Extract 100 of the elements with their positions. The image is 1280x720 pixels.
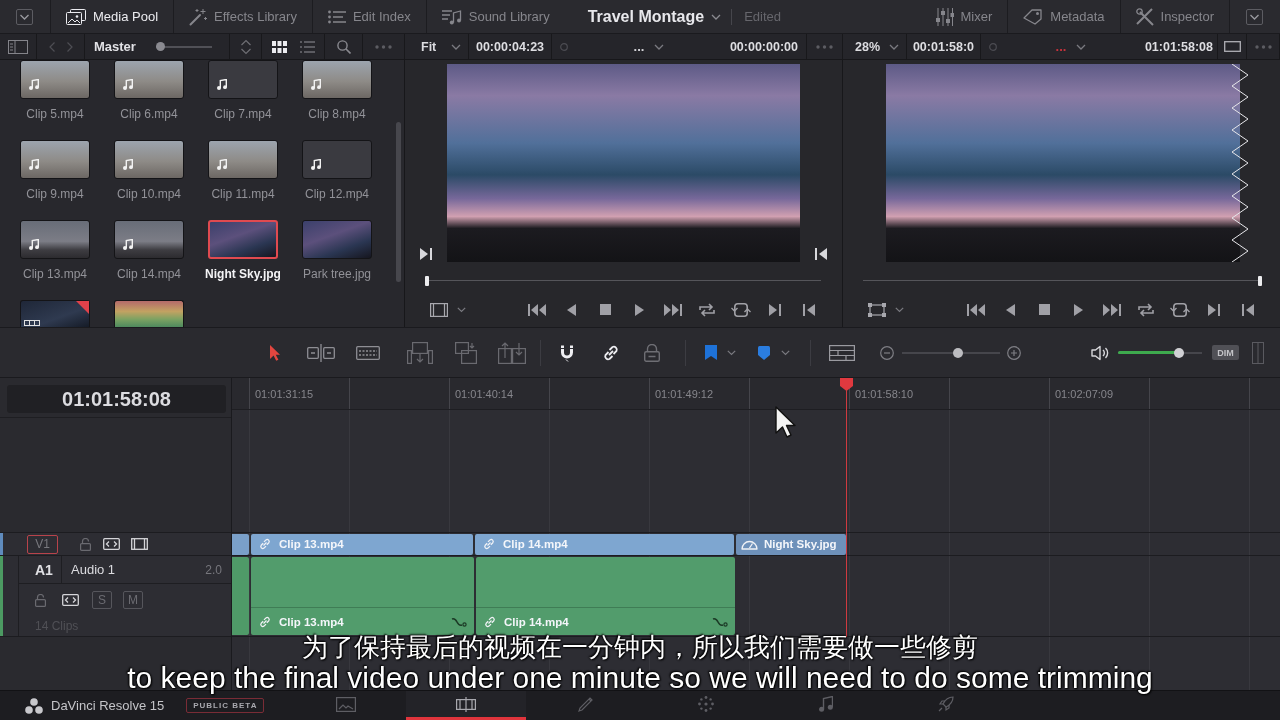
lock-icon[interactable]	[35, 593, 46, 607]
curve-icon[interactable]	[451, 616, 467, 627]
playhead-handle[interactable]	[1258, 276, 1262, 286]
zoom-in-icon[interactable]	[1007, 345, 1021, 360]
audio-clip[interactable]: Clip 14.mp4	[476, 557, 735, 635]
thumbnail-size-slider[interactable]	[155, 42, 212, 51]
zoom-out-icon[interactable]	[880, 345, 894, 360]
curve-icon[interactable]	[712, 616, 728, 627]
clip-thumbnail[interactable]	[114, 220, 184, 259]
track-toggle-button[interactable]: M	[123, 591, 143, 609]
lock-icon[interactable]	[644, 343, 660, 362]
video-clip[interactable]: Clip 13.mp4	[251, 533, 473, 555]
arrows-box-icon[interactable]	[62, 594, 79, 606]
flag-icon[interactable]	[705, 345, 717, 360]
clip-thumbnail[interactable]	[302, 220, 372, 259]
audio-clip[interactable]: Clip 13.mp4	[251, 557, 474, 635]
zoom-slider[interactable]	[902, 347, 1000, 358]
clip-thumbnail[interactable]	[302, 140, 372, 179]
mark-out-icon[interactable]	[803, 303, 815, 316]
play-reverse-icon[interactable]	[1005, 303, 1015, 316]
timeline-ruler[interactable]: 01:01:31:15 01:01:40:14 01:01:49:12 01:01:58:10 01:02:07:09	[232, 378, 1280, 410]
frame-arrows-icon[interactable]	[1170, 302, 1190, 317]
panel-button[interactable]: Effects Library	[174, 0, 312, 33]
clip-thumbnail[interactable]	[208, 140, 278, 179]
clip-thumbnail[interactable]	[20, 140, 90, 179]
skip-to-end-icon[interactable]	[664, 303, 682, 316]
video-clip[interactable]: Clip 14.mp4	[475, 533, 734, 555]
clip-thumbnail[interactable]	[208, 220, 278, 259]
slider-knob[interactable]	[953, 347, 964, 358]
more-icon[interactable]	[816, 44, 833, 49]
grid-icon[interactable]	[271, 40, 287, 53]
mark-in-icon[interactable]	[1208, 303, 1220, 316]
clip-thumbnail[interactable]	[20, 60, 90, 99]
clip-thumbnail[interactable]	[114, 300, 184, 327]
clip-thumbnail[interactable]	[20, 300, 90, 327]
skip-to-start-icon[interactable]	[528, 303, 546, 316]
more-icon[interactable]	[1254, 44, 1272, 49]
filmstrip-icon[interactable]	[131, 538, 148, 550]
sort-icon[interactable]	[239, 38, 252, 55]
video-clip[interactable]: Night Sky.jpg	[736, 533, 846, 555]
split-boxes-icon[interactable]	[307, 343, 335, 362]
dim-button[interactable]: DIM	[1212, 345, 1239, 360]
dropdown-box-icon[interactable]	[16, 8, 33, 25]
panel-button[interactable]: Inspector	[1120, 0, 1229, 33]
filmstrip-icon[interactable]	[430, 302, 448, 317]
clip-thumbnail[interactable]	[114, 60, 184, 99]
lock-icon[interactable]	[80, 537, 91, 551]
boxes-arrows-icon[interactable]	[498, 341, 526, 364]
arrows-box-icon[interactable]	[103, 538, 120, 550]
more-icon[interactable]	[375, 44, 392, 49]
panel-button[interactable]: Edit Index	[312, 0, 426, 33]
skip-to-end-icon[interactable]	[1103, 303, 1121, 316]
stop-icon[interactable]	[599, 304, 611, 315]
dashed-strip-icon[interactable]	[356, 345, 380, 360]
clip-thumbnail[interactable]	[302, 60, 372, 99]
sidebar-icon[interactable]	[8, 39, 28, 54]
timeline-view-icon[interactable]	[829, 344, 855, 361]
screen-icon[interactable]	[1223, 41, 1241, 52]
marker-icon[interactable]	[758, 345, 770, 360]
panel-button[interactable]: Sound Library	[426, 0, 565, 33]
clip-segment[interactable]	[232, 533, 249, 555]
scrubber-track[interactable]	[863, 276, 1262, 286]
frame-icon[interactable]	[868, 302, 886, 317]
clip-dropdown[interactable]: ...	[574, 39, 724, 54]
pointer-icon[interactable]	[269, 344, 281, 361]
panel-button[interactable]: Mixer	[920, 0, 1008, 33]
project-title[interactable]: Travel Montage	[587, 7, 705, 26]
stop-icon[interactable]	[1038, 304, 1050, 315]
skip-to-start-icon[interactable]	[967, 303, 985, 316]
track-name[interactable]: Audio 1	[71, 562, 116, 577]
page-tab[interactable]	[406, 691, 526, 720]
chevron-down-icon[interactable]	[781, 349, 790, 356]
magnet-icon[interactable]	[558, 343, 576, 362]
chevron-down-icon[interactable]	[895, 306, 904, 313]
clip-thumbnail[interactable]	[114, 140, 184, 179]
track-toggle-button[interactable]: S	[92, 591, 112, 609]
dropdown-box-icon[interactable]	[1246, 8, 1263, 25]
clip-segment[interactable]	[232, 557, 249, 635]
zoom-dropdown[interactable]: 28%	[843, 34, 907, 59]
mark-out-icon[interactable]	[1242, 303, 1254, 316]
frame-arrows-icon[interactable]	[731, 302, 751, 317]
slider-knob[interactable]	[1174, 347, 1185, 358]
monitor-down-arrow-icon[interactable]	[407, 341, 433, 364]
panel-button[interactable]: Media Pool	[51, 0, 174, 33]
loop-icon[interactable]	[1137, 302, 1155, 317]
track-target-button[interactable]: V1	[27, 534, 58, 554]
scrollbar[interactable]	[396, 122, 401, 282]
clip-dropdown[interactable]: ...	[1003, 39, 1139, 54]
volume-slider[interactable]	[1118, 347, 1202, 358]
play-reverse-icon[interactable]	[566, 303, 576, 316]
scrubber-track[interactable]	[425, 276, 821, 286]
slider-knob[interactable]	[155, 42, 165, 51]
mark-in-icon[interactable]	[420, 248, 432, 260]
zoom-dropdown[interactable]: Fit	[405, 34, 469, 59]
overlapping-boxes-icon[interactable]	[455, 341, 477, 364]
clip-thumbnail[interactable]	[208, 60, 278, 99]
loop-icon[interactable]	[698, 302, 716, 317]
clip-thumbnail[interactable]	[20, 220, 90, 259]
panel-button[interactable]: Metadata	[1008, 0, 1120, 33]
speaker-icon[interactable]	[1091, 344, 1109, 361]
